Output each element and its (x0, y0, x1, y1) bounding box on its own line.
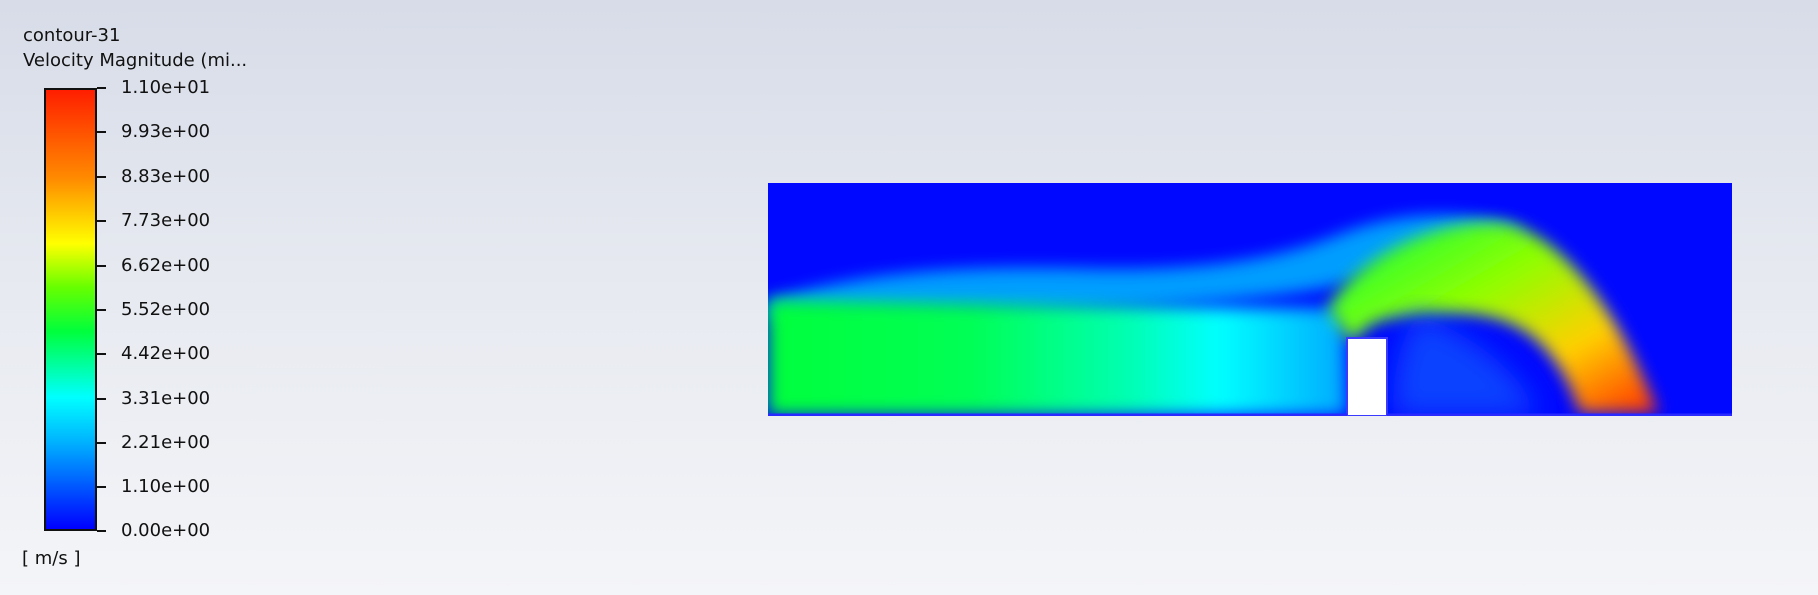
legend-tick-label: 6.62e+00 (121, 255, 211, 276)
velocity-contour-plot[interactable] (768, 183, 1732, 416)
legend-tick-label: 1.10e+01 (121, 77, 211, 98)
legend-tick-label: 1.10e+00 (121, 476, 211, 497)
legend-tick-label: 7.73e+00 (121, 210, 211, 231)
legend-tick-mark (97, 398, 106, 400)
legend-tick-mark (97, 309, 106, 311)
contour-name: contour-31 (23, 25, 121, 46)
contour-plot-viewport[interactable] (768, 183, 1732, 416)
legend-tick-label: 5.52e+00 (121, 299, 211, 320)
legend-tick-label: 0.00e+00 (121, 520, 211, 541)
inlet-jet-region (768, 300, 1347, 415)
legend-tick-mark (97, 220, 106, 222)
legend-tick-mark (97, 87, 106, 89)
legend-tick-mark (97, 131, 106, 133)
obstacle-block (1346, 337, 1388, 416)
legend-tick-mark (97, 265, 106, 267)
legend-tick-label: 2.21e+00 (121, 432, 211, 453)
legend-units: [ m/s ] (22, 548, 81, 569)
contour-legend: contour-31 Velocity Magnitude (mi... 1.1… (0, 0, 300, 595)
legend-tick-label: 4.42e+00 (121, 343, 211, 364)
legend-tick-label: 8.83e+00 (121, 166, 211, 187)
legend-tick-mark (97, 353, 106, 355)
legend-tick-label: 3.31e+00 (121, 388, 211, 409)
contour-variable-label: Velocity Magnitude (mi... (23, 50, 248, 71)
legend-tick-mark (97, 530, 106, 532)
legend-tick-mark (97, 176, 106, 178)
legend-tick-mark (97, 486, 106, 488)
legend-tick-mark (97, 442, 106, 444)
legend-tick-label: 9.93e+00 (121, 121, 211, 142)
color-scale-bar (44, 88, 97, 531)
